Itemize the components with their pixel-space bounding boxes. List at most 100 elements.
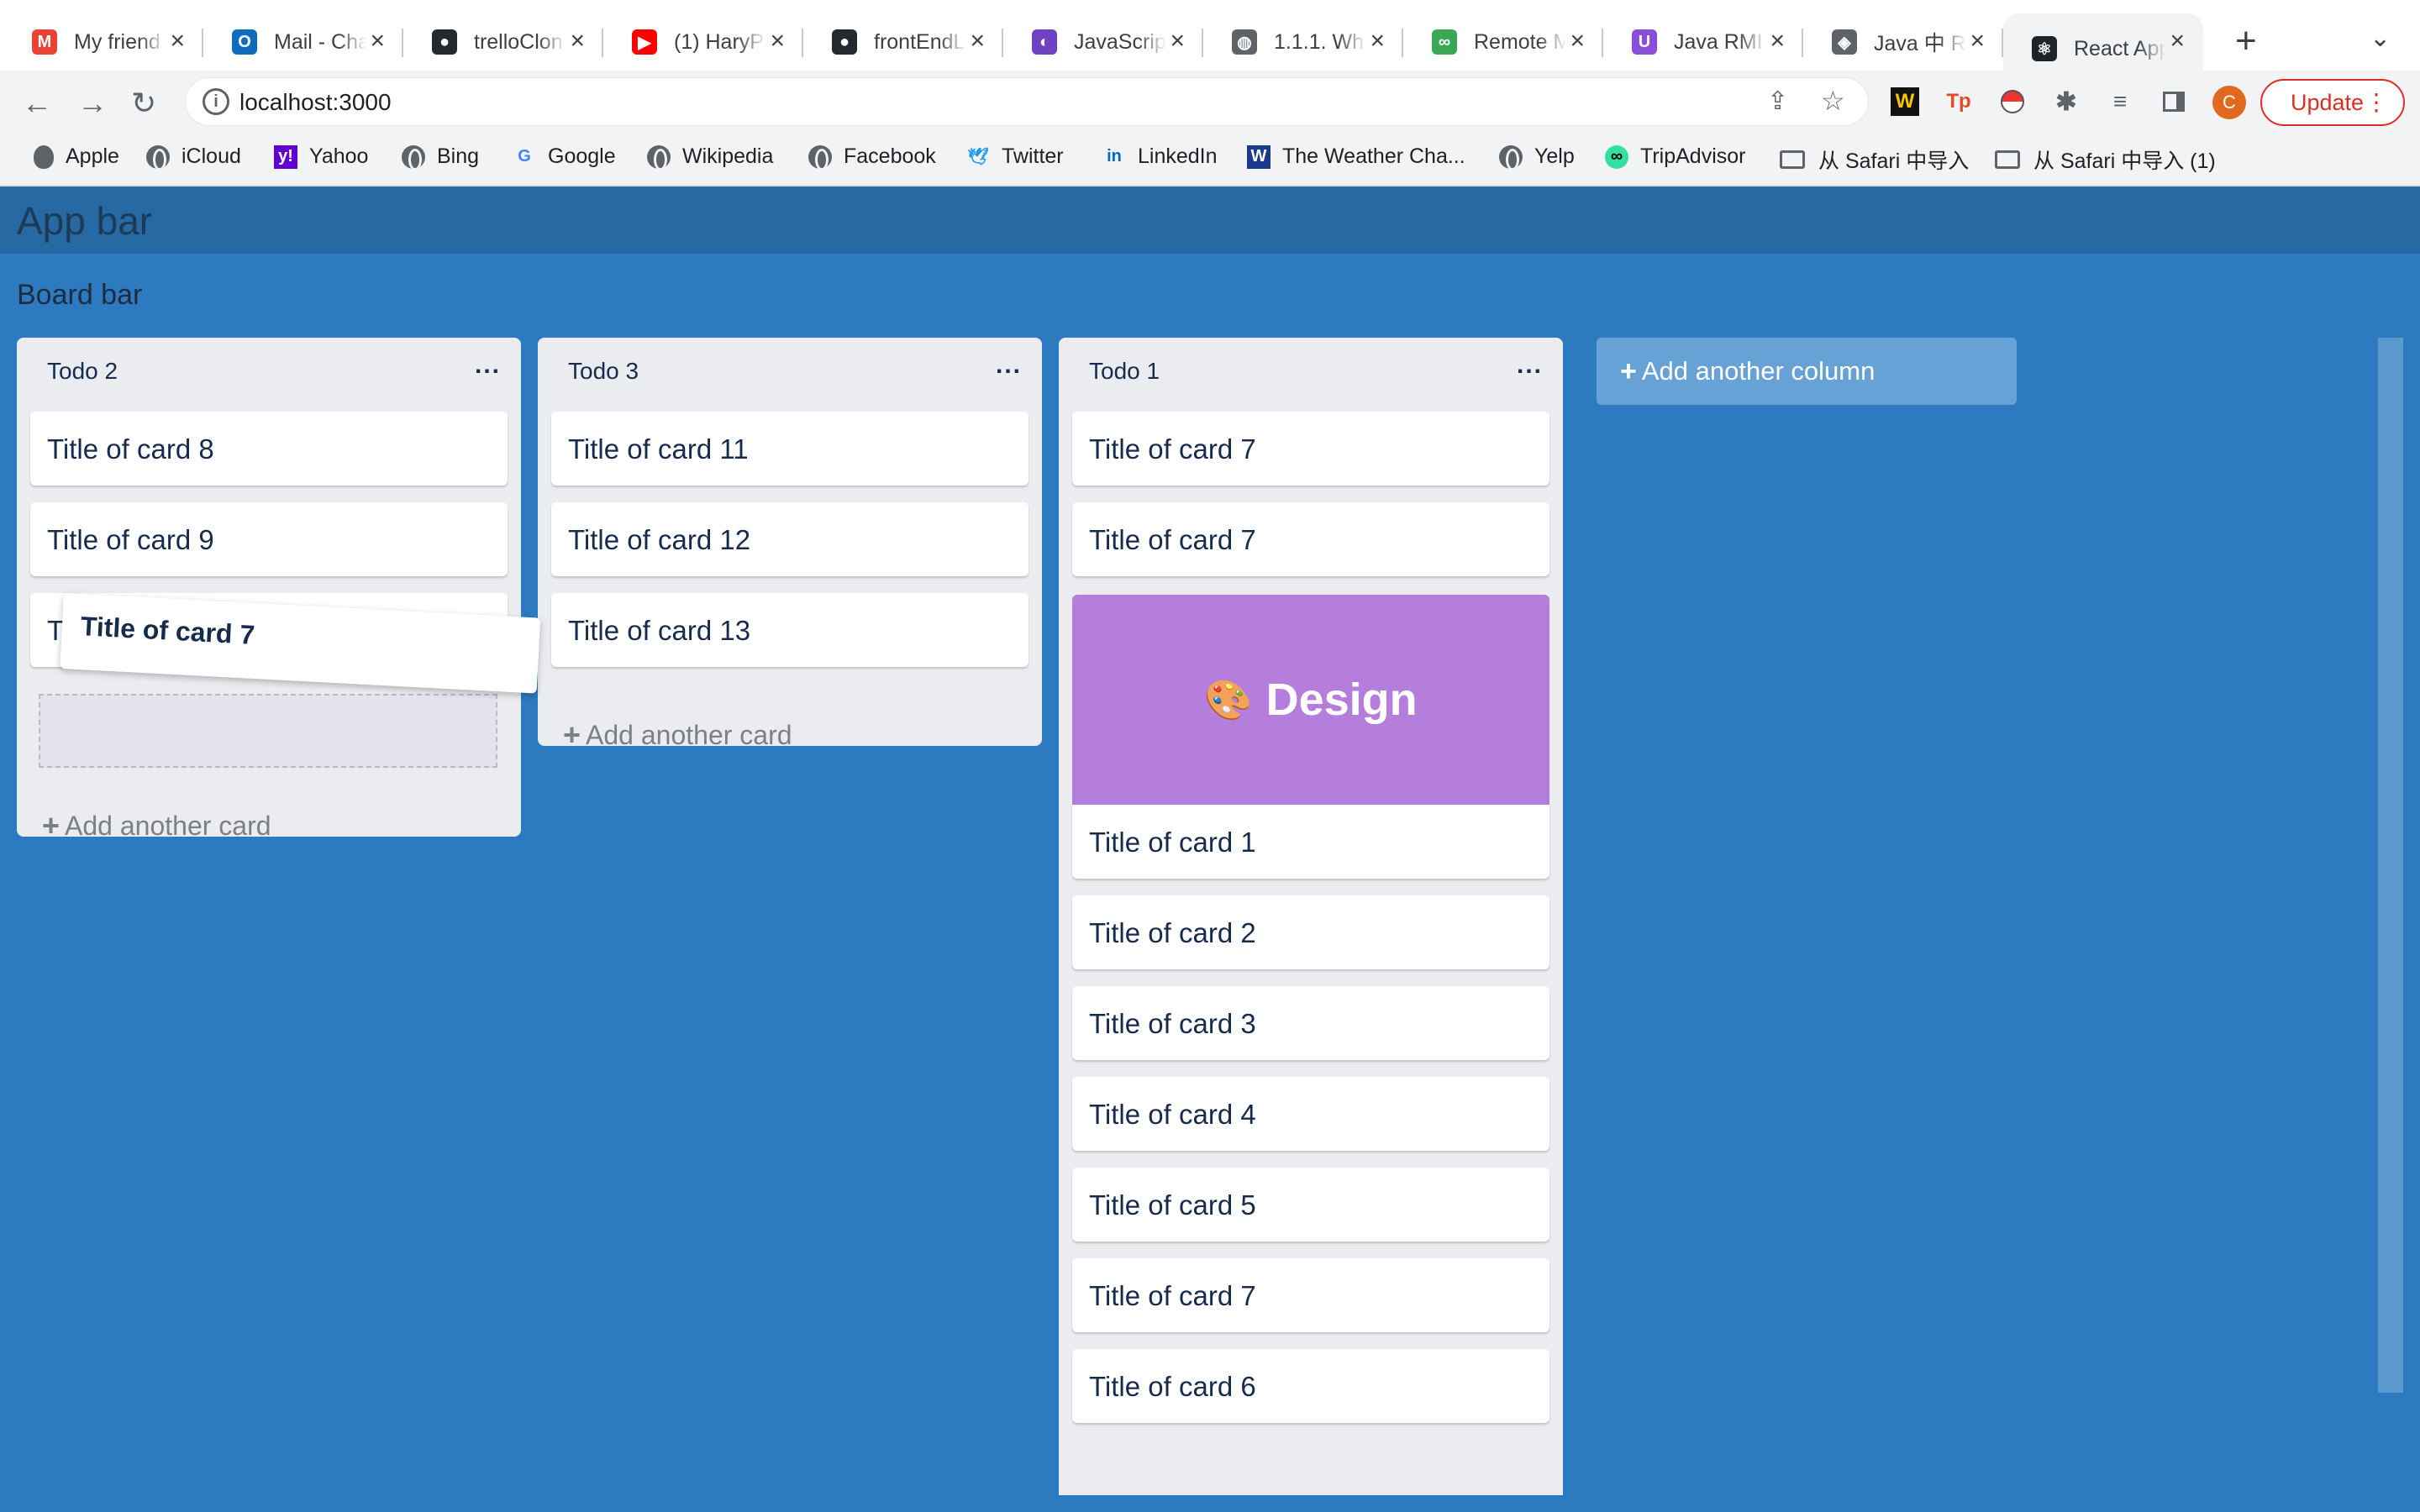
more-menu-icon[interactable]: ⋮: [2365, 81, 2388, 124]
tab-label: frontEndL: [874, 29, 965, 54]
add-column-button[interactable]: + Add another column: [1597, 338, 2017, 405]
reload-icon[interactable]: ↻: [131, 86, 156, 121]
bookmark-item[interactable]: Apple: [34, 144, 119, 169]
browser-toolbar: ← → ↻ i localhost:3000 ⇪ ☆ W Tp ✱ ≡ C Up…: [0, 71, 2420, 134]
new-tab-button[interactable]: +: [2235, 20, 2257, 62]
browser-tab[interactable]: ● frontEndL ×: [803, 13, 1003, 71]
bookmark-item[interactable]: Yelp: [1499, 144, 1575, 171]
card[interactable]: Title of card 7: [1072, 1258, 1549, 1332]
site-info-icon[interactable]: i: [203, 88, 229, 115]
browser-tab[interactable]: U Java RMI ×: [1603, 13, 1803, 71]
browser-tab[interactable]: ▶ (1) HaryPl ×: [603, 13, 803, 71]
browser-tab[interactable]: M My friend ×: [3, 13, 203, 71]
column-menu-icon[interactable]: ...: [475, 351, 501, 380]
bookmark-item[interactable]: in LinkedIn: [1102, 144, 1217, 169]
close-icon[interactable]: ×: [770, 27, 785, 55]
close-icon[interactable]: ×: [970, 27, 985, 55]
extensions-puzzle-icon[interactable]: ✱: [2052, 87, 2081, 116]
card[interactable]: Title of card 1: [1072, 805, 1549, 879]
close-icon[interactable]: ×: [170, 27, 185, 55]
side-panel-icon[interactable]: [2160, 87, 2188, 116]
add-card-button[interactable]: + Add another card: [42, 808, 271, 843]
card-title: Title of card 11: [568, 433, 749, 465]
apple-icon: [34, 144, 54, 169]
extension-tp-icon[interactable]: Tp: [1944, 87, 1973, 116]
bookmark-item[interactable]: ∞ TripAdvisor: [1605, 144, 1746, 169]
tripadvisor-icon: ∞: [1605, 144, 1628, 169]
card-title: Title of card 2: [1089, 917, 1256, 948]
javascript-info-icon: ◐: [1032, 29, 1057, 55]
close-icon[interactable]: ×: [1370, 27, 1385, 55]
tab-label: React App: [2074, 36, 2166, 60]
forward-arrow-icon[interactable]: →: [77, 86, 108, 121]
browser-tab[interactable]: ● trelloClon ×: [403, 13, 603, 71]
column-menu-icon[interactable]: ...: [1517, 351, 1543, 380]
card[interactable]: Title of card 11: [551, 412, 1028, 486]
browser-tab[interactable]: ∞ Remote M ×: [1403, 13, 1603, 71]
card[interactable]: Title of card 2: [1072, 895, 1549, 969]
card[interactable]: Title of card 3: [1072, 986, 1549, 1060]
browser-tab[interactable]: ◈ Java 中 RI ×: [1803, 13, 2003, 71]
bookmark-item[interactable]: G Google: [513, 144, 615, 169]
column-title[interactable]: Todo 3: [568, 358, 639, 385]
remote-icon: ∞: [1432, 29, 1457, 55]
tab-search-chevron-icon[interactable]: ⌄: [2370, 24, 2391, 53]
cover-image-text: Design: [1265, 675, 1418, 725]
address-bar[interactable]: i localhost:3000 ⇪ ☆: [185, 77, 1869, 126]
bookmark-item[interactable]: Bing: [402, 144, 479, 171]
share-icon[interactable]: ⇪: [1767, 87, 1788, 116]
close-icon[interactable]: ×: [370, 27, 385, 55]
bookmark-item[interactable]: y! Yahoo: [274, 144, 368, 169]
card[interactable]: Title of card 9: [30, 502, 508, 576]
extension-pokeball-icon[interactable]: [1998, 87, 2027, 116]
bookmark-item[interactable]: Wikipedia: [647, 144, 773, 171]
card[interactable]: Title of card 13: [551, 593, 1028, 667]
column-header[interactable]: Todo 3 ...: [538, 338, 1042, 405]
browser-tab[interactable]: O Mail - Cha ×: [203, 13, 403, 71]
card-title: Title of card 4: [1089, 1099, 1256, 1130]
close-icon[interactable]: ×: [1770, 27, 1785, 55]
close-icon[interactable]: ×: [570, 27, 585, 55]
update-button[interactable]: Update ⋮: [2260, 79, 2405, 126]
back-arrow-icon[interactable]: ←: [22, 86, 52, 121]
extension-wm-icon[interactable]: W: [1891, 87, 1919, 116]
bookmark-item[interactable]: 从 Safari 中导入: [1780, 144, 1969, 175]
close-icon[interactable]: ×: [1570, 27, 1585, 55]
media-control-icon[interactable]: ≡: [2106, 87, 2134, 116]
card[interactable]: Title of card 8: [30, 412, 508, 486]
profile-avatar[interactable]: C: [2212, 86, 2246, 119]
column-todo-1[interactable]: Todo 1 ... Title of card 7 Title of card…: [1059, 338, 1563, 1495]
bookmark-star-icon[interactable]: ☆: [1821, 85, 1845, 117]
column-menu-icon[interactable]: ...: [996, 351, 1022, 380]
column-todo-2[interactable]: Todo 2 ... Title of card 8 Title of card…: [17, 338, 521, 843]
address-url[interactable]: localhost:3000: [239, 89, 392, 116]
card-cover-image[interactable]: 🎨 Design: [1072, 595, 1549, 805]
outlook-icon: O: [232, 29, 257, 55]
column-header[interactable]: Todo 2 ...: [17, 338, 521, 405]
bookmark-item[interactable]: iCloud: [146, 144, 241, 171]
card[interactable]: Title of card 5: [1072, 1168, 1549, 1242]
column-title[interactable]: Todo 1: [1089, 358, 1160, 385]
column-header[interactable]: Todo 1 ...: [1059, 338, 1563, 405]
bookmark-item[interactable]: 从 Safari 中导入 (1): [1995, 144, 2216, 175]
browser-tab[interactable]: ◐ JavaScrip ×: [1003, 13, 1203, 71]
close-icon[interactable]: ×: [2170, 27, 2185, 55]
bookmark-item[interactable]: Facebook: [808, 144, 936, 171]
board-scrollbar[interactable]: [2378, 338, 2403, 1393]
card[interactable]: Title of card 4: [1072, 1077, 1549, 1151]
card-title: Title of card 9: [47, 524, 214, 555]
card[interactable]: Title of card 12: [551, 502, 1028, 576]
card[interactable]: Title of card 7: [1072, 412, 1549, 486]
browser-tab[interactable]: ◍ 1.1.1. Wha ×: [1203, 13, 1403, 71]
bookmark-item[interactable]: 🕊 Twitter: [966, 144, 1064, 169]
bookmark-label: Twitter: [1002, 144, 1064, 168]
close-icon[interactable]: ×: [1970, 27, 1985, 55]
add-card-button[interactable]: + Add another card: [563, 717, 792, 753]
card[interactable]: Title of card 7: [1072, 502, 1549, 576]
bookmark-item[interactable]: W The Weather Cha...: [1247, 144, 1465, 169]
column-title[interactable]: Todo 2: [47, 358, 118, 385]
close-icon[interactable]: ×: [1170, 27, 1185, 55]
app-bar-title: App bar: [17, 199, 153, 243]
column-todo-3[interactable]: Todo 3 ... Title of card 11 Title of car…: [538, 338, 1042, 752]
card[interactable]: Title of card 6: [1072, 1349, 1549, 1423]
